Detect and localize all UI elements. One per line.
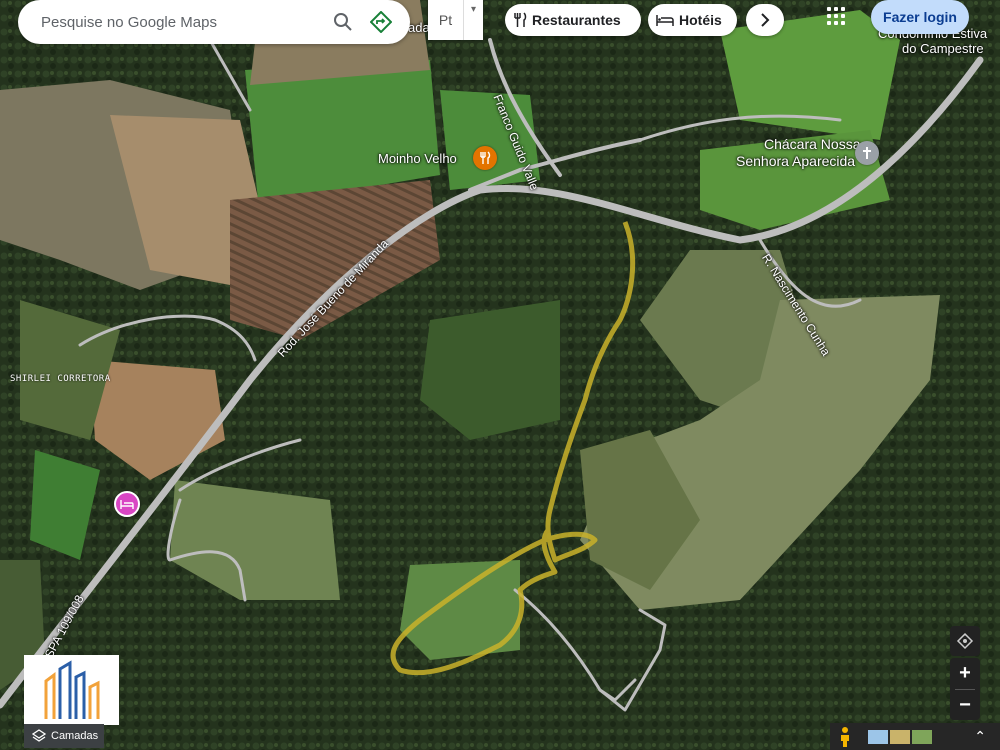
place-label-moinho-velho[interactable]: Moinho Velho <box>378 151 457 166</box>
search-button[interactable] <box>324 3 362 41</box>
bed-icon <box>656 15 674 26</box>
chip-hotels[interactable]: Hotéis <box>648 4 737 36</box>
compass-icon <box>956 632 974 650</box>
directions-button[interactable] <box>362 3 400 41</box>
zoom-in-button[interactable]: + <box>950 658 980 689</box>
chevron-down-icon: ▾ <box>470 4 477 15</box>
zoom-controls: + − <box>950 658 980 720</box>
directions-icon <box>370 11 392 33</box>
chip-restaurants[interactable]: Restaurantes <box>505 4 641 36</box>
chips-next-button[interactable] <box>746 4 784 36</box>
hotel-pin[interactable] <box>114 491 140 517</box>
chevron-right-icon <box>761 13 770 27</box>
layers-icon <box>32 729 46 742</box>
search-input[interactable]: Pesquise no Google Maps <box>18 14 324 31</box>
bed-icon <box>120 500 134 509</box>
expand-icon[interactable]: ⌃ <box>974 728 986 745</box>
company-logo <box>24 655 119 725</box>
chip-label-restaurants: Restaurantes <box>532 12 621 28</box>
place-label-partial: ada <box>408 20 430 35</box>
language-selector[interactable]: Pt ▾ <box>428 0 483 40</box>
my-location-button[interactable] <box>950 626 980 656</box>
place-label-chacara-1[interactable]: Chácara Nossa <box>764 136 861 152</box>
street-view-pegman[interactable] <box>830 726 860 748</box>
layers-label: Camadas <box>51 730 99 742</box>
place-label-shirlei[interactable]: SHIRLEI CORRETORA <box>10 374 111 384</box>
bottom-control-strip: ⌃ <box>830 723 1000 750</box>
fork-knife-icon <box>514 12 527 27</box>
search-bar[interactable]: Pesquise no Google Maps <box>18 0 410 44</box>
chip-label-hotels: Hotéis <box>679 12 722 28</box>
pegman-icon <box>841 726 849 747</box>
church-pin[interactable] <box>855 141 879 165</box>
apps-grid-button[interactable] <box>824 4 848 28</box>
fork-knife-icon <box>480 151 491 164</box>
buildings-logo-icon <box>44 660 99 719</box>
layers-button[interactable]: Camadas <box>24 724 104 748</box>
language-code: Pt <box>428 0 464 40</box>
place-label-condominio-2[interactable]: do Campestre <box>902 41 984 56</box>
zoom-out-button[interactable]: − <box>950 690 980 721</box>
place-label-chacara-2[interactable]: Senhora Aparecida <box>736 153 855 169</box>
search-icon <box>334 13 352 31</box>
imagery-thumbnails[interactable] <box>868 729 932 744</box>
cross-icon <box>863 147 871 159</box>
login-button[interactable]: Fazer login <box>871 0 969 34</box>
restaurant-pin[interactable] <box>473 146 497 170</box>
